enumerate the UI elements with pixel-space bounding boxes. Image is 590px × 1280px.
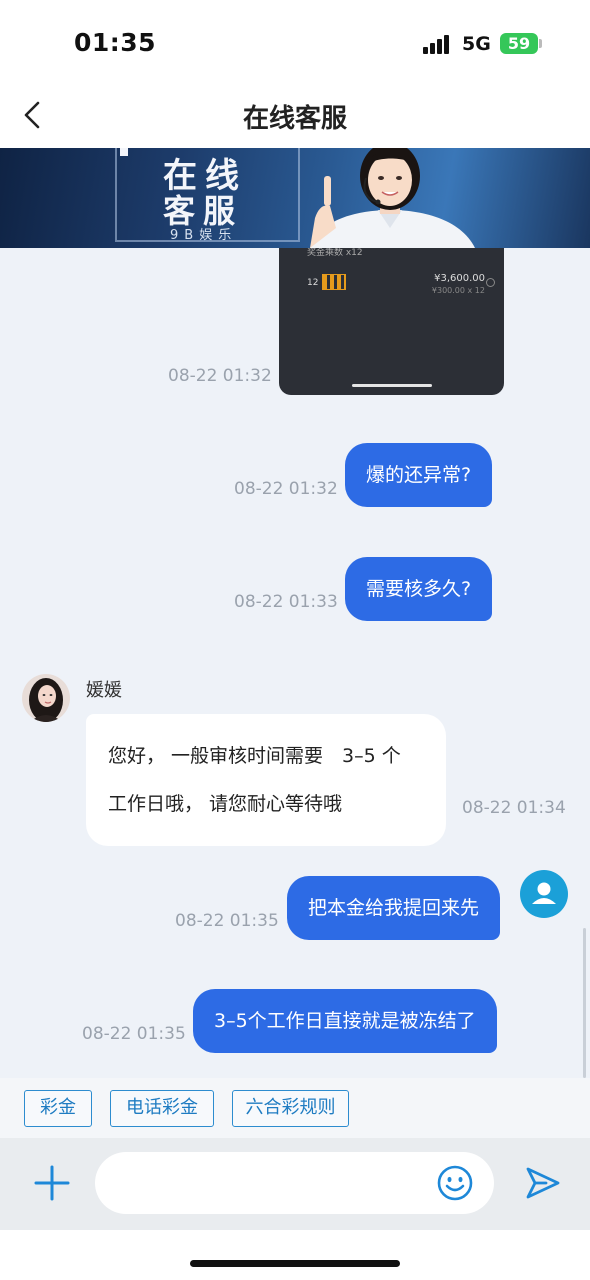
chat-area[interactable]: 奖金乘数 x12 12 ¥3,600.00 ¥300.00 x 12 08-22… [0,248,590,1078]
add-button[interactable] [34,1165,70,1201]
battery-icon: 59 [500,33,542,54]
avatar-image [22,674,70,722]
message-time: 08-22 01:33 [234,592,338,612]
home-indicator[interactable] [190,1260,400,1267]
preview-amount-detail: ¥300.00 x 12 [431,286,485,295]
user-icon [532,882,556,904]
agent-illustration [310,148,475,248]
message-input[interactable] [95,1152,494,1214]
preview-home-indicator [352,384,432,387]
quick-reply-phone-bonus[interactable]: 电话彩金 [110,1090,214,1127]
outgoing-message[interactable]: 3–5个工作日直接就是被冻结了 [193,989,497,1053]
preview-caption: 奖金乘数 x12 [307,248,363,258]
message-time: 08-22 01:32 [234,479,338,499]
page-title: 在线客服 [242,104,347,134]
quick-reply-mark-six-rules[interactable]: 六合彩规则 [232,1090,349,1127]
send-icon [526,1167,560,1199]
plus-icon [34,1165,70,1201]
quick-reply-bonus[interactable]: 彩金 [24,1090,92,1127]
message-time: 08-22 01:35 [175,911,279,931]
outgoing-message[interactable]: 爆的还异常? [345,443,493,507]
home-area [0,1230,590,1280]
message-time: 08-22 01:34 [462,798,566,818]
emoji-button[interactable] [437,1165,473,1201]
message-time: 08-22 01:35 [82,1024,186,1044]
quick-reply-bar: 彩金 电话彩金 六合彩规则 [0,1078,590,1138]
status-time: 01:35 [74,28,157,57]
incoming-message[interactable]: 您好， 一般审核时间需要 3–5 个 工作日哦， 请您耐心等待哦 [86,714,446,846]
info-icon [486,278,495,287]
nav-bar: 在线客服 [0,84,590,148]
user-avatar[interactable] [520,870,568,918]
banner-subtitle: 9B娱乐 [170,228,238,243]
outgoing-message[interactable]: 需要核多久? [345,557,493,621]
status-bar: 01:35 5G 59 [0,0,590,84]
outgoing-message[interactable]: 把本金给我提回来先 [287,876,501,940]
slot-symbol-icon [322,274,346,290]
message-line: 工作日哦， 请您耐心等待哦 [108,793,343,815]
send-button[interactable] [524,1165,562,1201]
message-line: 您好， 一般审核时间需要 3–5 个 [108,745,401,767]
smiley-icon [437,1165,473,1201]
preview-row-number: 12 [307,278,319,288]
service-banner: 在线 客服 9B娱乐 [0,148,590,248]
agent-avatar[interactable] [22,674,70,722]
input-bar [0,1138,590,1230]
message-time: 08-22 01:32 [168,366,272,386]
sender-name: 媛媛 [86,680,122,701]
preview-amount: ¥3,600.00 [434,273,485,284]
network-type: 5G [462,33,491,55]
signal-icon [423,34,455,54]
image-message[interactable]: 奖金乘数 x12 12 ¥3,600.00 ¥300.00 x 12 [279,248,504,395]
banner-mark [120,148,128,156]
scrollbar[interactable] [583,928,586,1078]
